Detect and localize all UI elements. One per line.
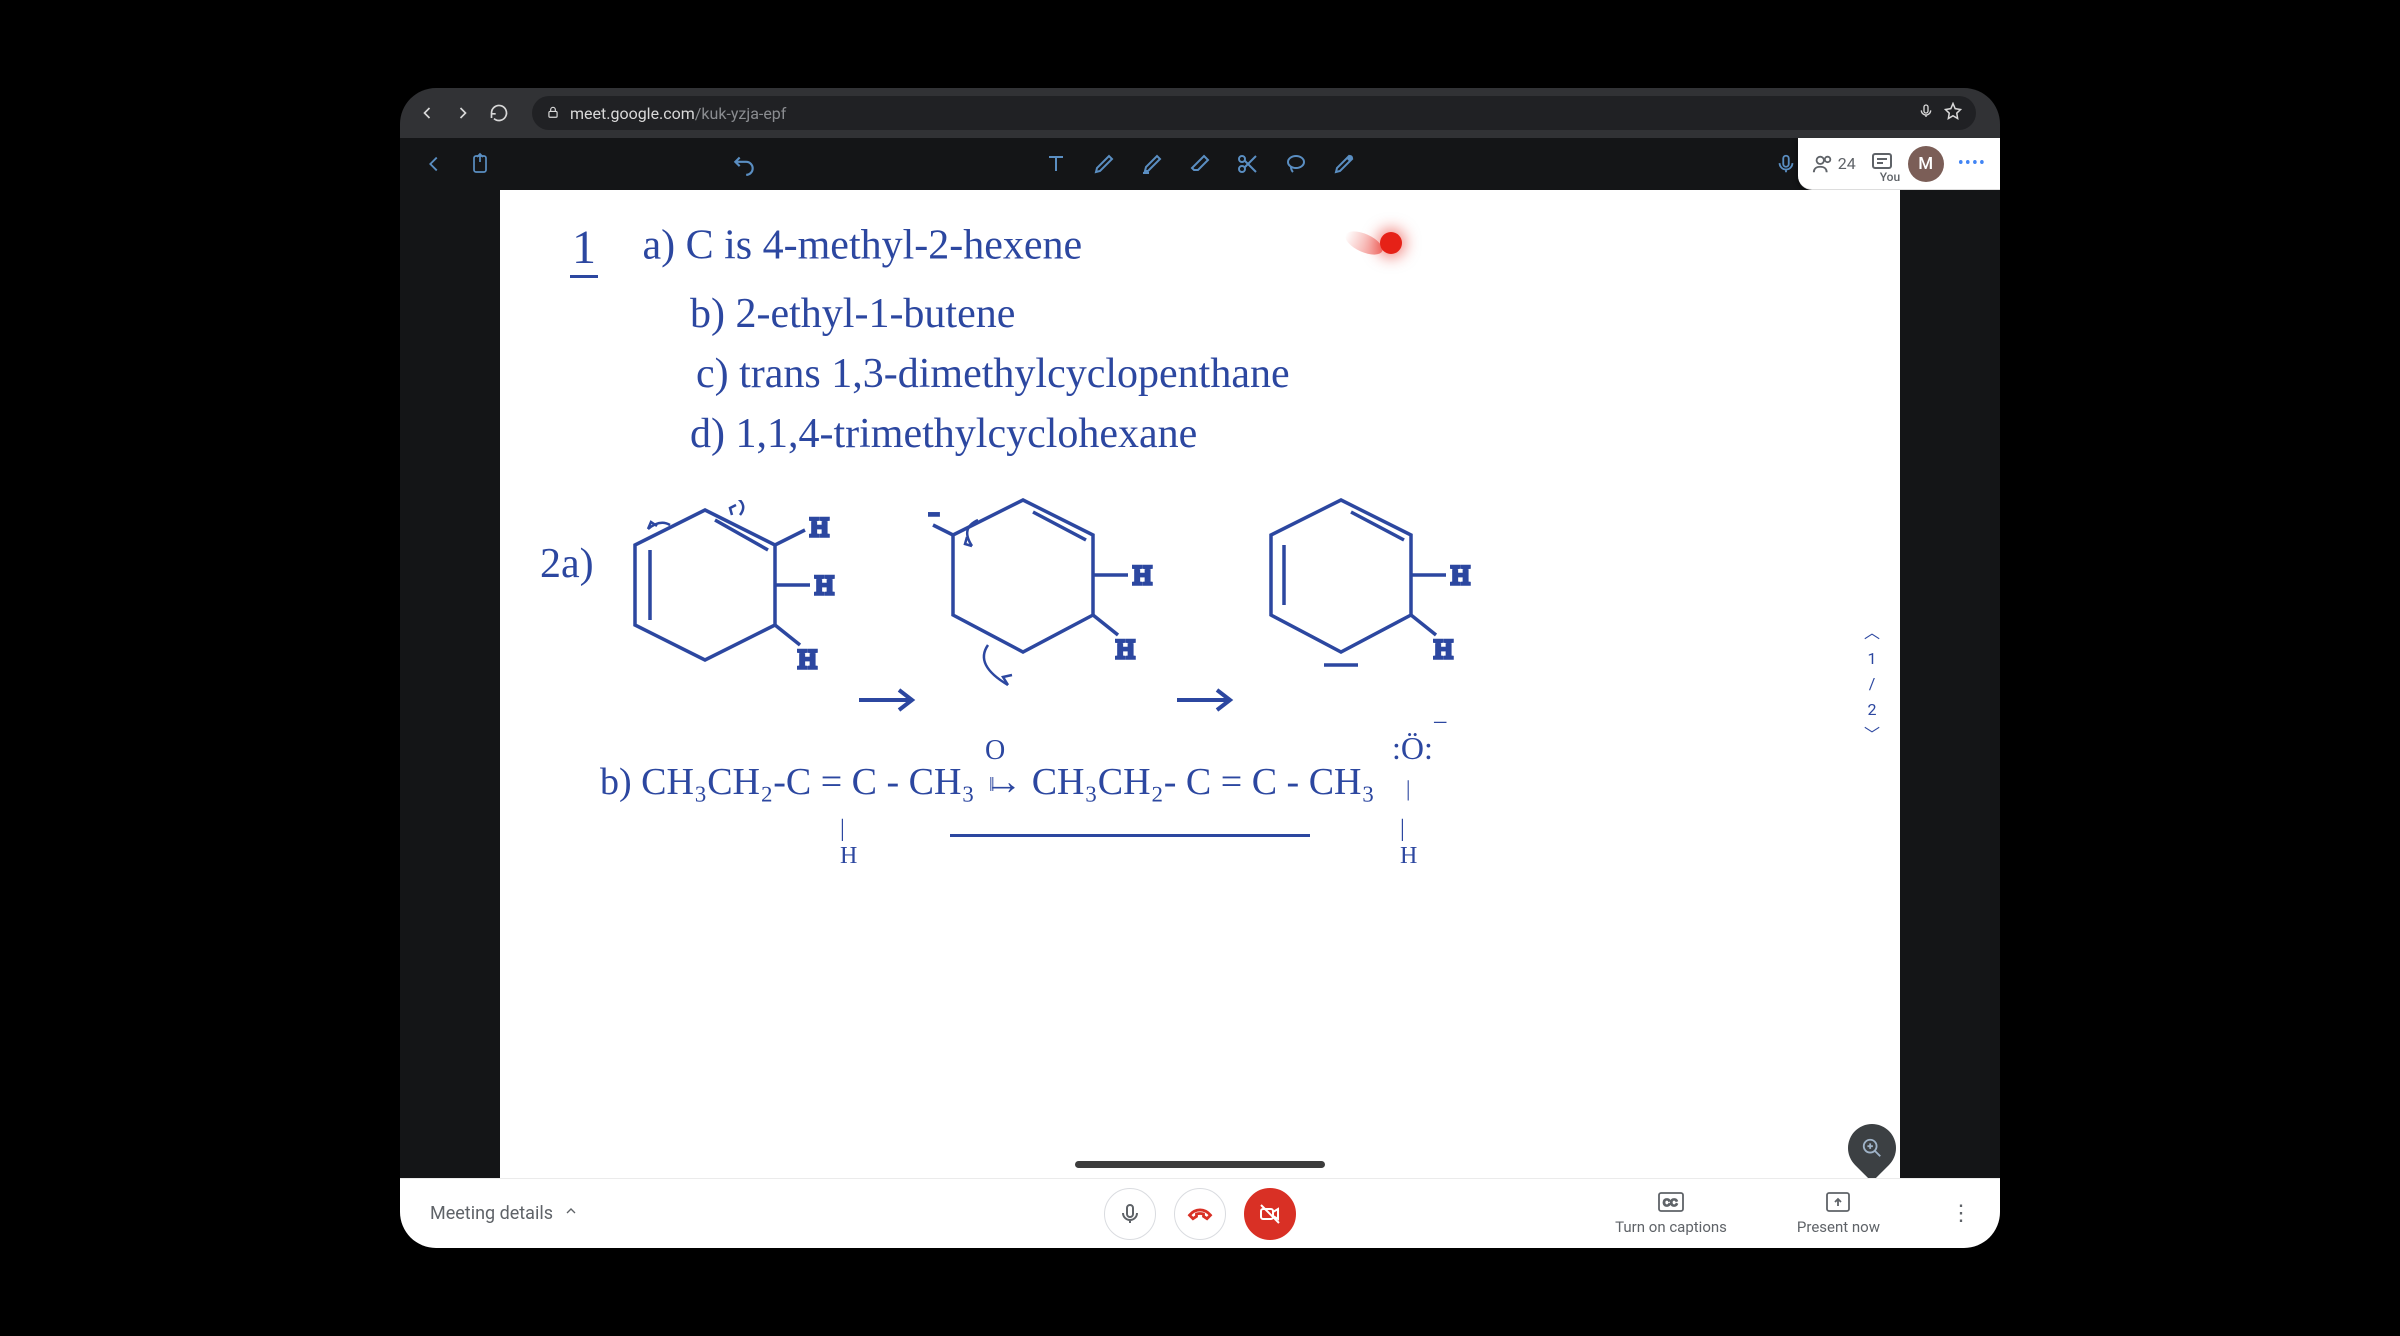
pen-tool-icon[interactable] <box>1090 150 1118 178</box>
page-pager[interactable]: ︿ 1 / 2 ﹀ <box>1864 620 1880 748</box>
svg-text:–: – <box>928 500 939 526</box>
undo-icon[interactable] <box>730 150 758 178</box>
q1-line-c: c) trans 1,3-dimethylcyclopenthane <box>696 350 1290 398</box>
eraser-tool-icon[interactable] <box>1186 150 1214 178</box>
participant-count: 24 <box>1838 154 1856 173</box>
whiteboard-canvas[interactable]: 1 a) C is 4-methyl-2-hexene b) 2-ethyl-1… <box>500 190 1900 1178</box>
meet-header-pill: 24 M You •••• <box>1798 138 2000 190</box>
browser-navbar: meet.google.com/kuk-yzja-epf <box>400 88 2000 138</box>
url-text: meet.google.com/kuk-yzja-epf <box>570 104 786 123</box>
hangup-button[interactable] <box>1174 1188 1226 1240</box>
mic-toolbar-icon[interactable] <box>1772 150 1800 178</box>
q1-line-a: 1 a) C is 4-methyl-2-hexene <box>570 220 1082 278</box>
meet-bottom-bar: Meeting details CC Turn on captions Pres… <box>400 1178 2000 1248</box>
structure-row: H H H – H H <box>620 490 1870 730</box>
streaming-indicator: •••• <box>1958 153 1986 174</box>
share-icon[interactable] <box>466 150 494 178</box>
text-tool-icon[interactable] <box>1042 150 1070 178</box>
q2a-label: 2a) <box>540 540 594 588</box>
camera-off-button[interactable] <box>1244 1188 1296 1240</box>
pager-up-icon[interactable]: ︿ <box>1864 620 1880 646</box>
meeting-details-button[interactable]: Meeting details <box>430 1203 579 1224</box>
pager-sep: / <box>1864 671 1880 697</box>
tablet-frame: meet.google.com/kuk-yzja-epf <box>400 88 2000 1248</box>
chevron-up-icon <box>563 1203 579 1224</box>
svg-text:CC: CC <box>1663 1198 1677 1209</box>
star-icon[interactable] <box>1944 102 1962 124</box>
back-icon[interactable] <box>420 150 448 178</box>
svg-text:H: H <box>1116 635 1135 664</box>
svg-text:H: H <box>815 571 834 600</box>
atom-o-lone: :Ö:‾| <box>1392 730 1444 804</box>
you-label: You <box>1880 170 1900 184</box>
back-button[interactable] <box>414 100 440 126</box>
presentation-area: 1 a) C is 4-methyl-2-hexene b) 2-ethyl-1… <box>400 190 2000 1178</box>
whiteboard-toolbar: 24 M You •••• <box>400 138 2000 190</box>
pager-total: 2 <box>1864 697 1880 723</box>
svg-text:H: H <box>810 513 829 542</box>
participants-button[interactable]: 24 <box>1812 153 1856 175</box>
present-now-button[interactable]: Present now <box>1797 1192 1880 1236</box>
self-avatar[interactable]: M You <box>1908 146 1944 182</box>
lock-icon <box>546 104 560 123</box>
q1-line-b: b) 2-ethyl-1-butene <box>690 290 1015 338</box>
zoom-in-button[interactable] <box>1838 1114 1900 1178</box>
forward-button[interactable] <box>450 100 476 126</box>
svg-text:H: H <box>1434 635 1453 664</box>
reload-button[interactable] <box>486 100 512 126</box>
svg-text:H: H <box>798 645 817 674</box>
lasso-tool-icon[interactable] <box>1282 150 1310 178</box>
url-bar[interactable]: meet.google.com/kuk-yzja-epf <box>532 96 1976 130</box>
laser-tool-icon[interactable] <box>1330 150 1358 178</box>
pager-current: 1 <box>1864 646 1880 672</box>
pager-down-icon[interactable]: ﹀ <box>1864 722 1880 748</box>
laser-pointer-dot <box>1380 232 1402 254</box>
mute-mic-button[interactable] <box>1104 1188 1156 1240</box>
mic-icon[interactable] <box>1918 103 1934 123</box>
captions-button[interactable]: CC Turn on captions <box>1615 1192 1727 1236</box>
q1-line-d: d) 1,1,4-trimethylcyclohexane <box>690 410 1197 458</box>
more-options-button[interactable]: ⋮ <box>1950 1208 1970 1219</box>
q2b-line: b) CH₃CH₂-C = C - CH₃ → CH₃CH₂- C = C - … <box>600 760 1375 804</box>
highlighter-tool-icon[interactable] <box>1138 150 1166 178</box>
svg-text:H: H <box>1133 561 1152 590</box>
svg-text:H: H <box>1451 561 1470 590</box>
scissors-tool-icon[interactable] <box>1234 150 1262 178</box>
home-indicator <box>1075 1161 1325 1168</box>
